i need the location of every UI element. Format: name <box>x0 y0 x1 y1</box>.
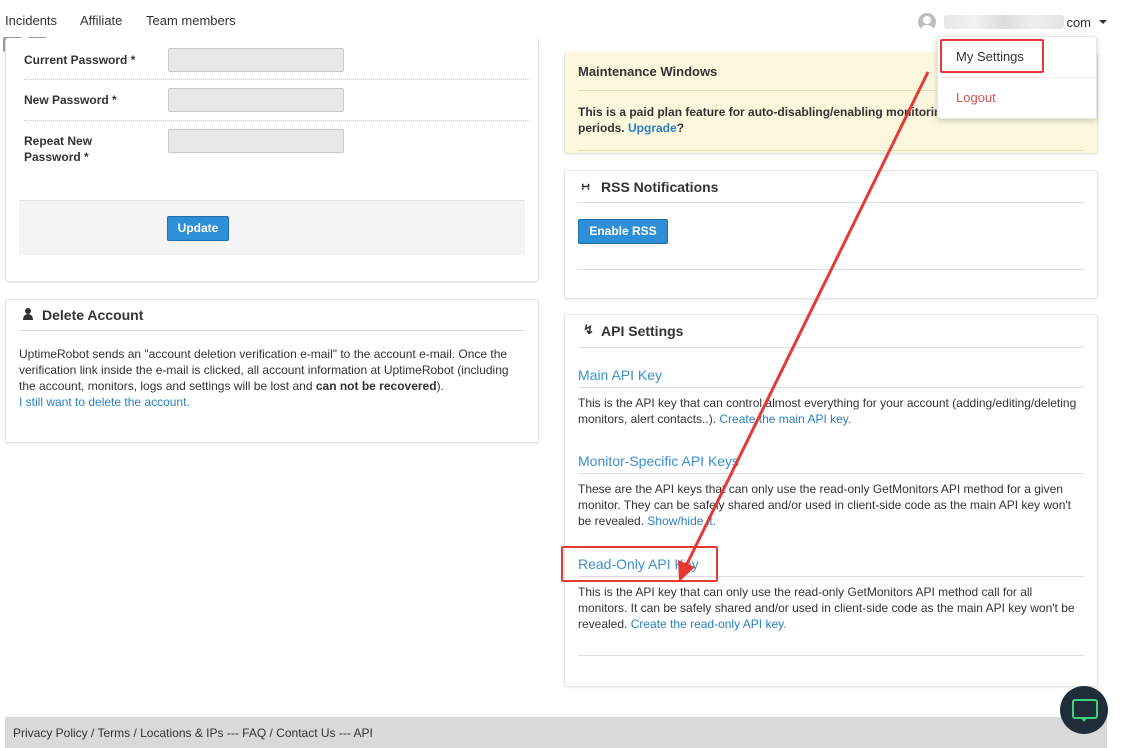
footer-links[interactable]: Privacy Policy / Terms / Locations & IPs… <box>13 726 373 740</box>
chat-widget-button[interactable] <box>1060 686 1108 734</box>
footer: Privacy Policy / Terms / Locations & IPs… <box>5 717 1107 748</box>
chat-icon <box>1072 699 1098 719</box>
annotation-arrow <box>678 71 930 582</box>
